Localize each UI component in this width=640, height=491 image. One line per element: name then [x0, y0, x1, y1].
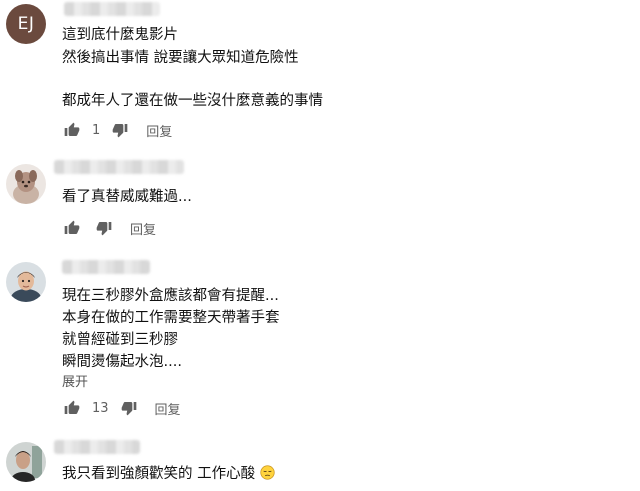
- pensive-face-icon: [260, 465, 275, 480]
- author-name-redacted: [54, 440, 140, 454]
- thumbs-up-icon[interactable]: [62, 120, 82, 140]
- comment-text-line: 我只看到強顏歡笑的 工作心酸: [62, 463, 275, 485]
- like-count: 1: [92, 122, 101, 138]
- comment-text-line: 瞬間燙傷起水泡....: [62, 354, 182, 370]
- avatar[interactable]: EJ: [6, 4, 46, 44]
- thumbs-down-icon[interactable]: [119, 398, 139, 418]
- avatar[interactable]: [6, 164, 46, 204]
- avatar-initials: EJ: [17, 14, 35, 34]
- thumbs-up-icon[interactable]: [62, 398, 82, 418]
- expand-link[interactable]: 展开: [62, 371, 88, 390]
- comment-text-line: 就曾經碰到三秒膠: [62, 332, 178, 348]
- comment-text-line: 這到底什麼鬼影片: [62, 27, 178, 43]
- avatar[interactable]: [6, 262, 46, 302]
- thumbs-down-icon[interactable]: [110, 120, 130, 140]
- comment-text-line: 然後搞出事情 說要讓大眾知道危險性: [62, 50, 299, 66]
- thumbs-up-icon[interactable]: [62, 218, 82, 238]
- reply-button[interactable]: 回复: [146, 121, 172, 140]
- comment-actions: 13 回复: [62, 398, 181, 418]
- author-name-redacted: [54, 160, 184, 174]
- comment-actions: 回复: [62, 218, 156, 238]
- reply-button[interactable]: 回复: [130, 219, 156, 238]
- author-name-redacted: [64, 2, 160, 16]
- comment-actions: 1 回复: [62, 120, 172, 140]
- comment-text-line: 現在三秒膠外盒應該都會有提醒...: [62, 288, 279, 304]
- comment-text-line: 看了真替威威難過...: [62, 189, 192, 205]
- like-count: 13: [92, 400, 109, 416]
- comment-text-line: 都成年人了還在做一些沒什麼意義的事情: [62, 93, 323, 109]
- comment-text-line: 本身在做的工作需要整天帶著手套: [62, 310, 280, 326]
- comment-text: 我只看到強顏歡笑的 工作心酸: [62, 466, 256, 482]
- thumbs-down-icon[interactable]: [94, 218, 114, 238]
- reply-button[interactable]: 回复: [155, 399, 181, 418]
- author-name-redacted: [62, 260, 150, 274]
- avatar[interactable]: [6, 442, 46, 482]
